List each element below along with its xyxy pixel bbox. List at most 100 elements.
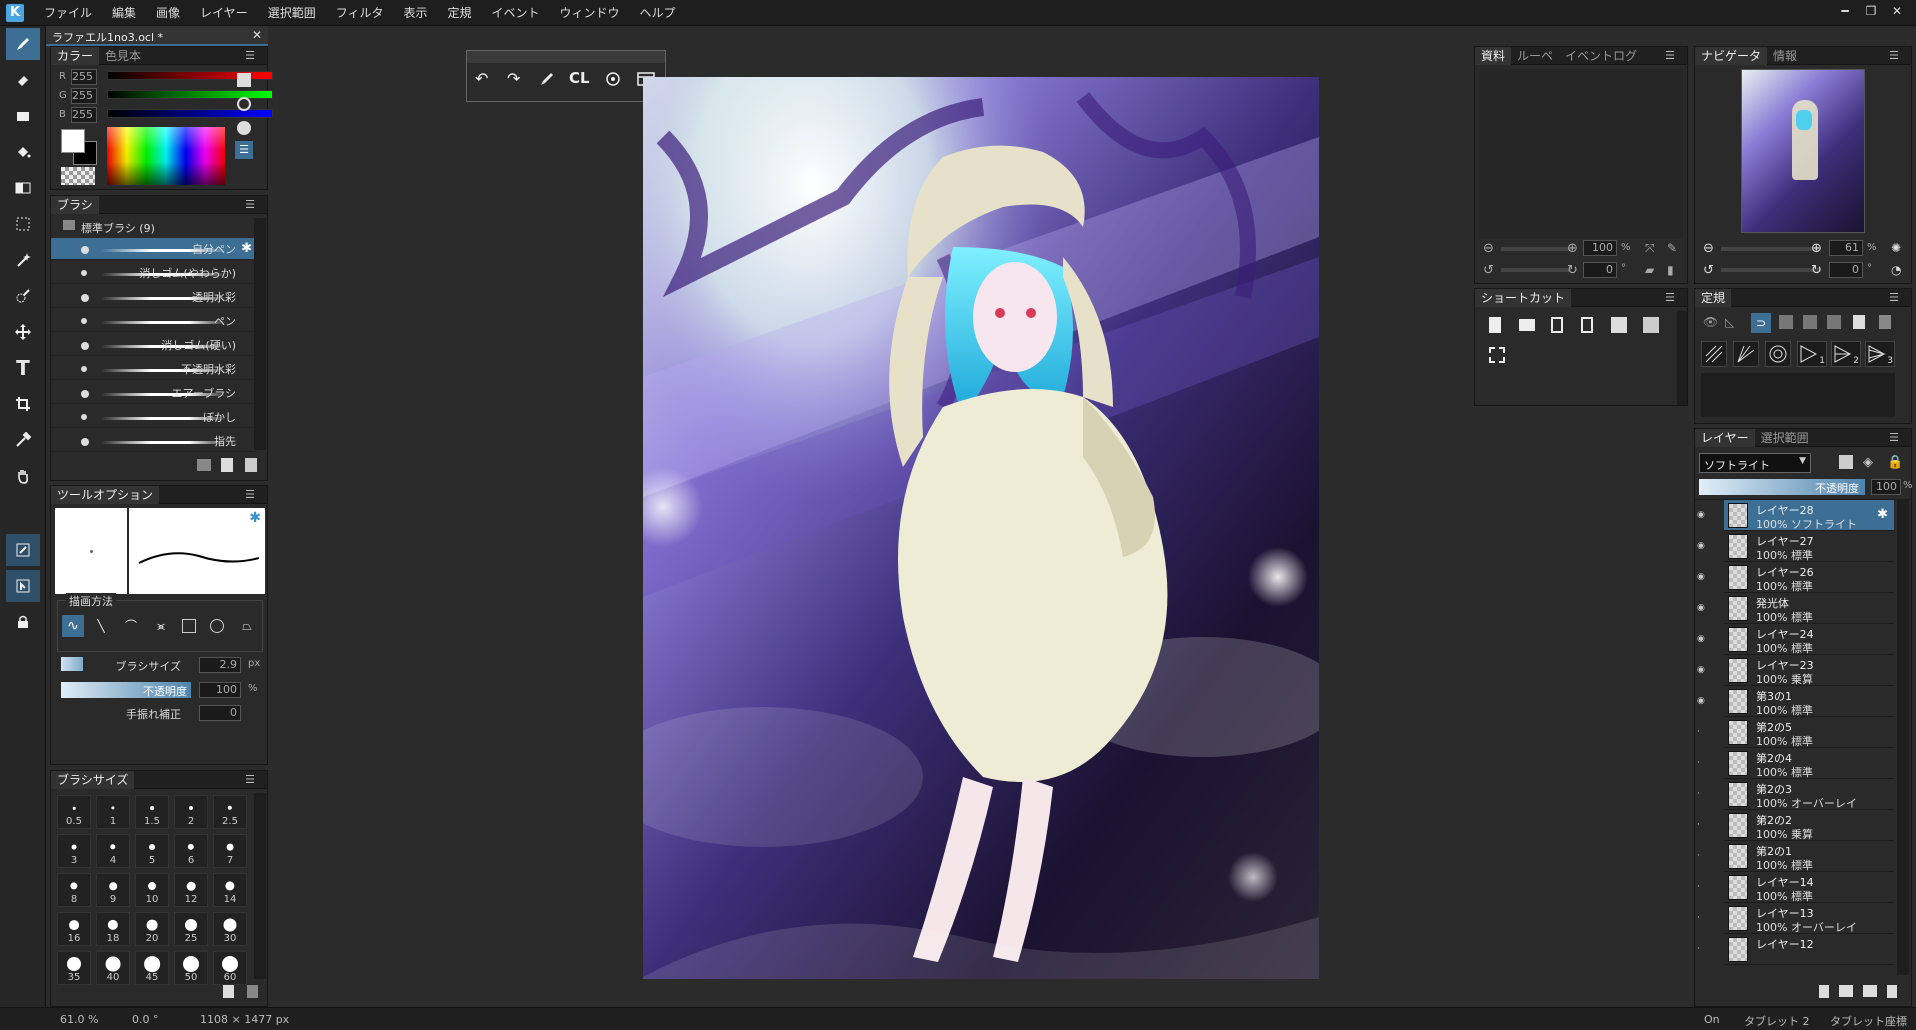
layer-scrollbar[interactable] [1897,499,1909,975]
layer-row[interactable]: ◉ レイヤー24 100% 標準 [1697,624,1894,655]
zoom-in-icon[interactable]: ⊕ [1567,241,1578,256]
layer-lock-icon[interactable]: 🔒 [1887,455,1903,470]
layer-visibility-icon[interactable]: ◉ [1697,665,1707,675]
tab-layer-selection[interactable]: 選択範囲 [1755,429,1815,447]
layer-clip-icon[interactable]: ◈ [1863,455,1873,470]
brush-size-option[interactable]: 2 [174,795,208,829]
channel-b-value[interactable]: 255 [71,107,97,123]
ruler-delete-icon[interactable] [1879,315,1891,329]
ruler-new-icon[interactable] [1853,315,1865,329]
nav-rotate-right-icon[interactable]: ↻ [1811,263,1822,278]
brush-size-option[interactable]: 30 [213,912,247,946]
new-folder-layer-icon[interactable] [1839,985,1853,997]
tab-info[interactable]: 情報 [1767,47,1803,65]
tab-brush-size[interactable]: ブラシサイズ [51,770,135,789]
new-file-icon[interactable] [1489,317,1501,333]
material-zoom-slider[interactable] [1501,247,1571,251]
pen-icon[interactable] [539,71,555,90]
panel-menu-icon[interactable]: ☰ [1659,47,1681,65]
material-eyedropper-icon[interactable]: ✎ [1667,241,1677,255]
hand-tool-icon[interactable] [6,460,40,492]
menu-item[interactable]: 選択範囲 [258,0,326,26]
foreground-color-swatch[interactable] [61,129,85,153]
menu-item[interactable]: レイヤー [190,0,258,26]
text-tool-icon[interactable]: T [6,352,40,384]
color-wheel-icon[interactable] [237,97,251,111]
select-all-icon[interactable] [1489,347,1505,363]
open-file-icon[interactable] [1519,319,1535,331]
brush-size-option[interactable]: 6 [174,834,208,868]
brush-size-option[interactable]: 3 [57,834,91,868]
restore-button[interactable]: ❐ [1858,0,1884,22]
rotate-left-icon[interactable]: ↺ [1483,263,1494,278]
brush-size-option[interactable]: 16 [57,912,91,946]
layer-mask-icon[interactable] [1863,985,1877,997]
layer-row[interactable]: ◉ 発光体 100% 標準 [1697,593,1894,624]
brush-scrollbar[interactable] [254,218,266,450]
tab-brush[interactable]: ブラシ [51,195,99,214]
panel-menu-icon[interactable]: ☰ [1659,289,1681,307]
panel-menu-icon[interactable]: ☰ [239,196,261,214]
brush-size-option[interactable]: 35 [57,951,91,985]
menu-item[interactable]: 画像 [146,0,190,26]
eyedropper-tool-icon[interactable] [6,424,40,456]
crop-tool-icon[interactable] [6,388,40,420]
menu-item[interactable]: 定規 [437,0,481,26]
panel-menu-icon[interactable]: ☰ [1883,47,1905,65]
channel-r-value[interactable]: 255 [71,69,97,85]
new-layer-icon[interactable] [1819,985,1829,998]
gradient-tool-icon[interactable] [6,172,40,204]
brush-size-option[interactable]: 4 [96,834,130,868]
brush-item[interactable]: 不透明水彩 [51,358,256,380]
menu-item[interactable]: フィルタ [326,0,394,26]
layer-visibility-icon[interactable]: · [1697,913,1707,923]
menu-item[interactable]: ヘルプ [630,0,686,26]
menu-item[interactable]: 表示 [393,0,437,26]
brush-item[interactable]: 指先 [51,430,256,452]
menu-item[interactable]: イベント [482,0,550,26]
ruler-perspective-2-icon[interactable]: 2 [1831,341,1861,367]
color-circle-icon[interactable] [237,121,251,135]
layer-row[interactable]: · 第2の3 100% オーバーレイ [1697,779,1894,810]
canvas-artwork[interactable] [643,77,1319,979]
brush-size-option[interactable]: 5 [135,834,169,868]
nav-reset-rotate-icon[interactable]: ◔ [1891,263,1901,277]
layer-visibility-icon[interactable]: · [1697,820,1707,830]
layer-visibility-icon[interactable]: · [1697,944,1707,954]
new-folder-icon[interactable] [197,459,211,471]
brush-size-option[interactable]: 8 [57,873,91,907]
ruler-concentric-icon[interactable] [1803,315,1817,329]
ruler-radial-icon[interactable] [1827,315,1841,329]
layer-row[interactable]: · レイヤー12 [1697,934,1894,965]
lock-icon[interactable] [6,606,40,638]
layer-visibility-icon[interactable]: · [1697,758,1707,768]
zoom-out-icon[interactable]: ⊖ [1483,241,1494,256]
undo-icon[interactable]: ↶ [475,69,488,88]
ruler-angle-icon[interactable]: ◺ [1725,315,1734,329]
layer-row[interactable]: ◉ レイヤー28 100% ソフトライト ✱ [1697,500,1894,531]
delete-brush-icon[interactable] [245,458,257,472]
layer-visibility-icon[interactable]: · [1697,851,1707,861]
layer-opacity-slider[interactable]: 不透明度 [1699,479,1865,495]
brush-size-scrollbar[interactable] [254,793,266,979]
channel-g-value[interactable]: 255 [71,88,97,104]
nav-rotate-left-icon[interactable]: ↺ [1703,263,1714,278]
nav-fit-icon[interactable]: ✺ [1891,241,1901,255]
layer-visibility-icon[interactable]: · [1697,727,1707,737]
delete-layer-icon[interactable] [1887,985,1897,998]
layer-link-icon[interactable] [6,534,40,566]
brush-size-option[interactable]: 20 [135,912,169,946]
layer-row[interactable]: ◉ レイヤー26 100% 標準 [1697,562,1894,593]
layer-row[interactable]: · 第2の1 100% 標準 [1697,841,1894,872]
new-size-icon[interactable] [223,985,234,998]
delete-size-icon[interactable] [247,985,258,998]
move-tool-icon[interactable] [6,316,40,348]
material-open-folder-icon[interactable]: ▰ [1645,263,1654,277]
layer-row[interactable]: · 第2の4 100% 標準 [1697,748,1894,779]
tab-loupe[interactable]: ルーペ [1511,47,1559,65]
brush-size-option[interactable]: 1.5 [135,795,169,829]
layer-row[interactable]: · 第2の5 100% 標準 [1697,717,1894,748]
layer-visibility-icon[interactable]: ◉ [1697,572,1707,582]
panel-menu-icon[interactable]: ☰ [1883,429,1905,447]
transparent-color-swatch[interactable] [61,167,95,185]
